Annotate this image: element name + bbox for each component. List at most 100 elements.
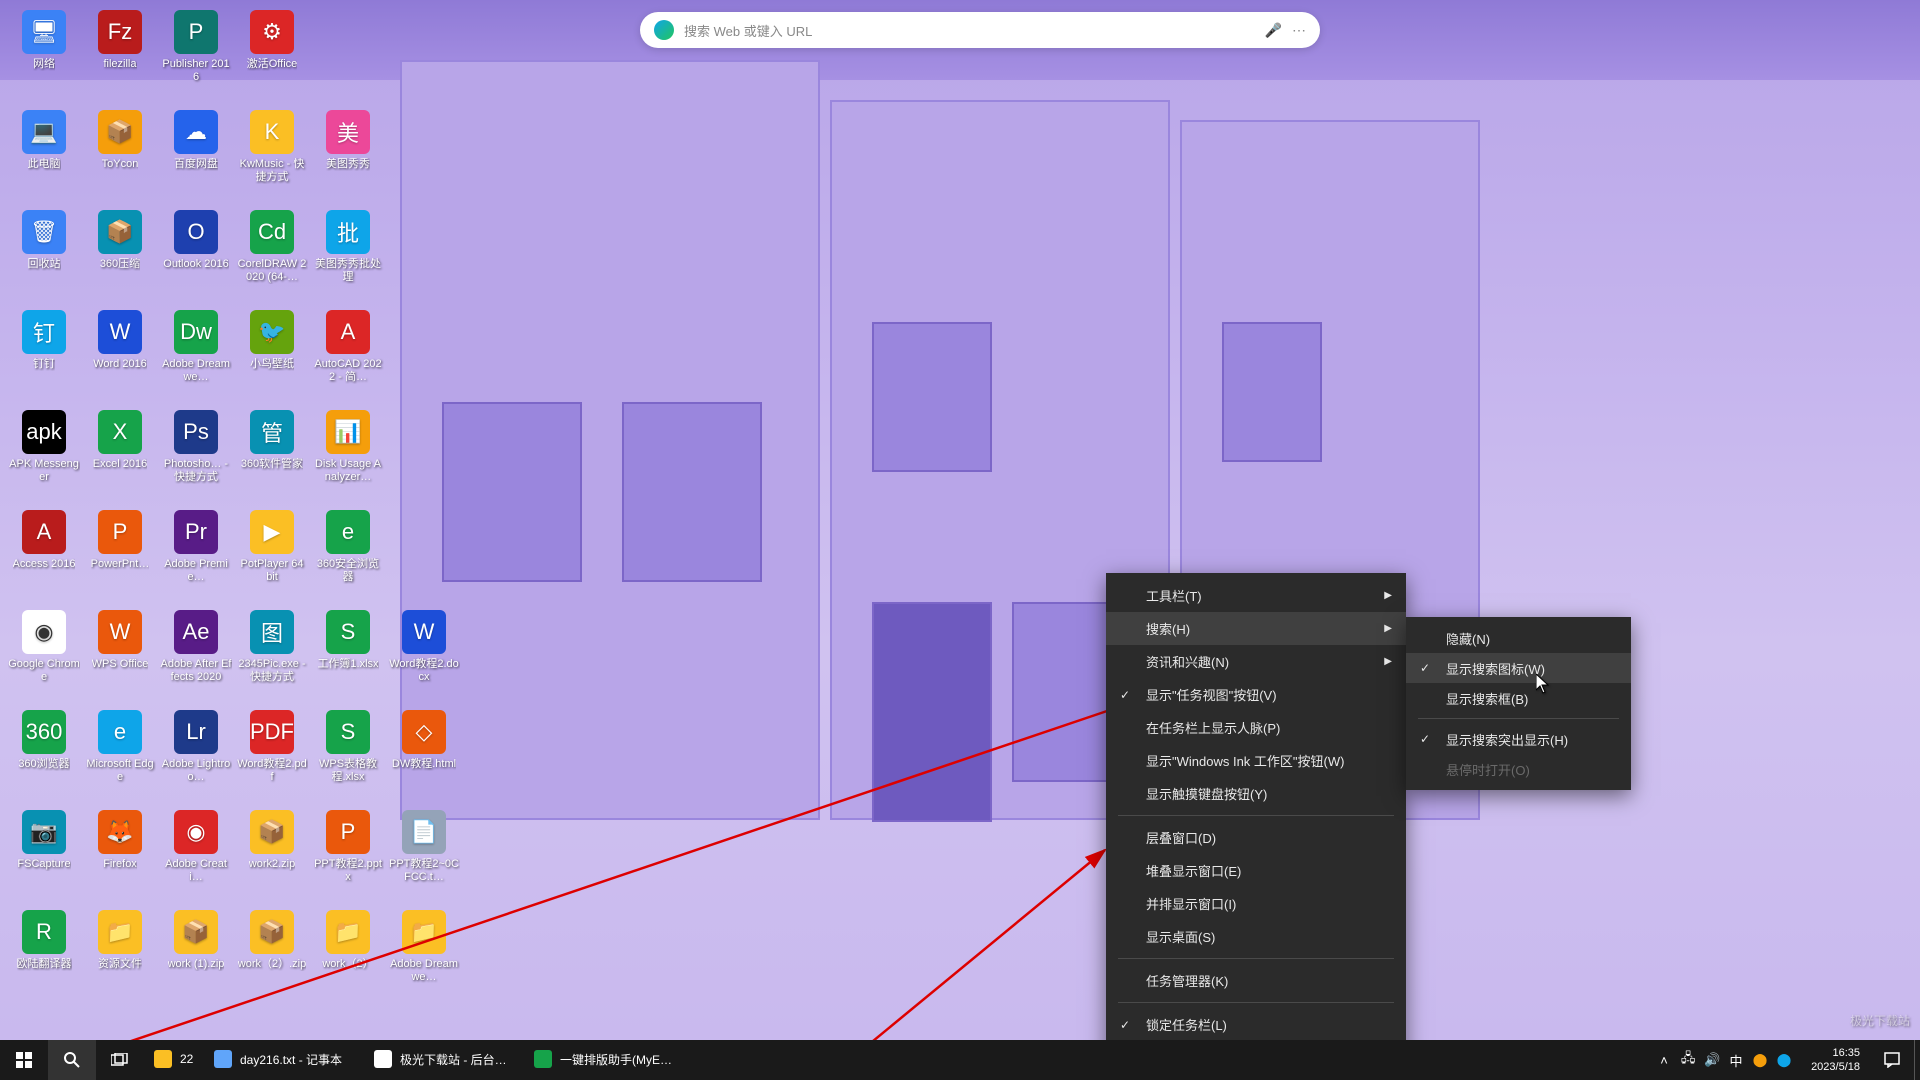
icon-glyph: Fz: [98, 10, 142, 54]
desktop-icon[interactable]: Fzfilezilla: [82, 6, 158, 106]
desktop-icon[interactable]: PPowerPnt…: [82, 506, 158, 606]
desktop-icon[interactable]: PsPhotosho… - 快捷方式: [158, 406, 234, 506]
desktop-icon[interactable]: ◉Google Chrome: [6, 606, 82, 706]
submenu-item[interactable]: ✓显示搜索突出显示(H): [1406, 724, 1631, 754]
desktop-icon[interactable]: 🐦小鸟壁纸: [234, 306, 310, 406]
icon-label: PotPlayer 64 bit: [236, 558, 308, 584]
taskbar-task[interactable]: 极光下载站 - 后台…: [364, 1040, 524, 1080]
desktop-icon[interactable]: PPPT教程2.pptx: [310, 806, 386, 906]
taskbar[interactable]: 22day216.txt - 记事本极光下载站 - 后台…一键排版助手(MyE……: [0, 1040, 1920, 1080]
desktop-icon[interactable]: 管360软件管家: [234, 406, 310, 506]
desktop-icon[interactable]: 📁work（2）: [310, 906, 386, 1006]
watermark: 极光下载站: [1850, 1012, 1910, 1029]
desktop-icon[interactable]: 钉钉钉: [6, 306, 82, 406]
desktop-icon[interactable]: WWord 2016: [82, 306, 158, 406]
desktop-icon[interactable]: 🖥网络: [6, 6, 82, 106]
desktop-icon[interactable]: eMicrosoft Edge: [82, 706, 158, 806]
task-view-button[interactable]: [96, 1040, 144, 1080]
desktop-icon[interactable]: SWPS表格教程.xlsx: [310, 706, 386, 806]
desktop-icon[interactable]: 📦ToYcon: [82, 106, 158, 206]
search-button[interactable]: [48, 1040, 96, 1080]
menu-item[interactable]: 并排显示窗口(I): [1106, 887, 1406, 920]
desktop-icon[interactable]: PDFWord教程2.pdf: [234, 706, 310, 806]
desktop-icon[interactable]: 360360浏览器: [6, 706, 82, 806]
submenu-item[interactable]: 隐藏(N): [1406, 623, 1631, 653]
desktop-icon[interactable]: 图2345Pic.exe - 快捷方式: [234, 606, 310, 706]
icon-label: Publisher 2016: [160, 58, 232, 84]
tray-app-icon[interactable]: ⬤: [1775, 1051, 1793, 1069]
desktop-icon[interactable]: ◉Adobe Creati…: [158, 806, 234, 906]
desktop-icon[interactable]: e360安全浏览器: [310, 506, 386, 606]
start-button[interactable]: [0, 1040, 48, 1080]
desktop-icon[interactable]: 美美图秀秀: [310, 106, 386, 206]
menu-item[interactable]: 显示"Windows Ink 工作区"按钮(W): [1106, 744, 1406, 777]
taskbar-clock[interactable]: 16:35 2023/5/18: [1801, 1046, 1870, 1074]
menu-item[interactable]: ✓显示"任务视图"按钮(V): [1106, 678, 1406, 711]
menu-item[interactable]: 显示触摸键盘按钮(Y): [1106, 777, 1406, 810]
desktop-icon[interactable]: WWord教程2.docx: [386, 606, 462, 706]
notification-button[interactable]: [1870, 1040, 1914, 1080]
desktop-icon[interactable]: DwAdobe Dreamwe…: [158, 306, 234, 406]
desktop-icon[interactable]: PPublisher 2016: [158, 6, 234, 106]
desktop-icon[interactable]: 📷FSCapture: [6, 806, 82, 906]
menu-item[interactable]: 显示桌面(S): [1106, 920, 1406, 953]
icon-glyph: 🗑: [22, 210, 66, 254]
desktop-icon[interactable]: 📊Disk Usage Analyzer…: [310, 406, 386, 506]
desktop-icon[interactable]: 📁Adobe Dreamwe…: [386, 906, 462, 1006]
desktop-icon[interactable]: 批美图秀秀批处理: [310, 206, 386, 306]
icon-label: APK Messenger: [8, 458, 80, 484]
tray-app-icon[interactable]: ⬤: [1751, 1051, 1769, 1069]
tray-network-icon[interactable]: 🖧: [1679, 1051, 1697, 1069]
menu-item[interactable]: 任务管理器(K): [1106, 964, 1406, 997]
tray-volume-icon[interactable]: 🔊: [1703, 1051, 1721, 1069]
menu-item[interactable]: 在任务栏上显示人脉(P): [1106, 711, 1406, 744]
desktop-icon[interactable]: AAccess 2016: [6, 506, 82, 606]
tray-ime-icon[interactable]: 中: [1727, 1051, 1745, 1069]
desktop-icon[interactable]: 📦work（2）.zip: [234, 906, 310, 1006]
desktop-icon[interactable]: S工作簿1.xlsx: [310, 606, 386, 706]
menu-item[interactable]: 堆叠显示窗口(E): [1106, 854, 1406, 887]
menu-item[interactable]: 层叠窗口(D): [1106, 821, 1406, 854]
taskbar-task[interactable]: 一键排版助手(MyE…: [524, 1040, 684, 1080]
desktop-icon[interactable]: 💻此电脑: [6, 106, 82, 206]
desktop-icon[interactable]: ☁百度网盘: [158, 106, 234, 206]
desktop-icon[interactable]: CdCorelDRAW 2020 (64-…: [234, 206, 310, 306]
desktop-icon[interactable]: apkAPK Messenger: [6, 406, 82, 506]
desktop-icon[interactable]: 📦work (1).zip: [158, 906, 234, 1006]
desktop-icon[interactable]: 📁资源文件: [82, 906, 158, 1006]
desktop-icon[interactable]: AAutoCAD 2022 - 简…: [310, 306, 386, 406]
desktop-icon[interactable]: PrAdobe Premie…: [158, 506, 234, 606]
desktop-icon[interactable]: ⚙激活Office: [234, 6, 310, 106]
submenu-item[interactable]: 显示搜索框(B): [1406, 683, 1631, 713]
desktop-icon[interactable]: 🗑回收站: [6, 206, 82, 306]
icon-glyph: W: [98, 610, 142, 654]
menu-item[interactable]: ✓锁定任务栏(L): [1106, 1008, 1406, 1041]
show-desktop-button[interactable]: [1914, 1040, 1920, 1080]
desktop-icon[interactable]: OOutlook 2016: [158, 206, 234, 306]
desktop-icon[interactable]: ▶PotPlayer 64 bit: [234, 506, 310, 606]
desktop-icon[interactable]: 📄PPT教程2~0CFCC.t…: [386, 806, 462, 906]
desktop-icon[interactable]: R欧陆翻译器: [6, 906, 82, 1006]
system-tray[interactable]: ˄ 🖧 🔊 中 ⬤ ⬤: [1647, 1051, 1801, 1069]
desktop-icon[interactable]: KKwMusic - 快捷方式: [234, 106, 310, 206]
taskbar-task[interactable]: 22: [144, 1040, 204, 1080]
menu-item[interactable]: 工具栏(T)▶: [1106, 579, 1406, 612]
icon-label: Disk Usage Analyzer…: [312, 458, 384, 484]
desktop-icon[interactable]: XExcel 2016: [82, 406, 158, 506]
menu-item[interactable]: 资讯和兴趣(N)▶: [1106, 645, 1406, 678]
icon-glyph: R: [22, 910, 66, 954]
submenu-item[interactable]: ✓显示搜索图标(W): [1406, 653, 1631, 683]
icon-label: 激活Office: [247, 58, 298, 71]
chevron-right-icon: ▶: [1384, 623, 1392, 634]
desktop-icon[interactable]: 📦360压缩: [82, 206, 158, 306]
desktop-search-widget[interactable]: 搜索 Web 或键入 URL 🎤 ⋯: [640, 12, 1320, 48]
desktop-icon[interactable]: AeAdobe After Effects 2020: [158, 606, 234, 706]
tray-chevron-icon[interactable]: ˄: [1655, 1051, 1673, 1069]
desktop-icon[interactable]: WWPS Office: [82, 606, 158, 706]
taskbar-task[interactable]: day216.txt - 记事本: [204, 1040, 364, 1080]
menu-item[interactable]: 搜索(H)▶: [1106, 612, 1406, 645]
desktop-icon[interactable]: ◇DW教程.html: [386, 706, 462, 806]
desktop-icon[interactable]: 📦work2.zip: [234, 806, 310, 906]
desktop-icon[interactable]: LrAdobe Lightroo…: [158, 706, 234, 806]
desktop-icon[interactable]: 🦊Firefox: [82, 806, 158, 906]
